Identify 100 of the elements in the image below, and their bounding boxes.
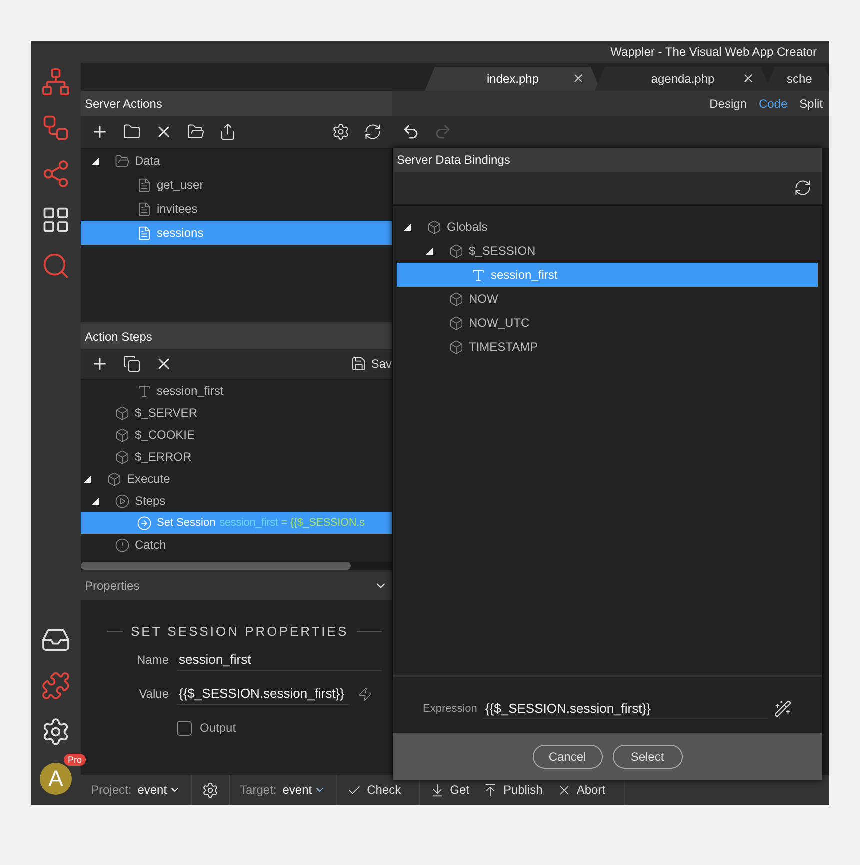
panel-title: Properties [85, 579, 140, 593]
expand-arrow-icon[interactable] [92, 158, 99, 164]
tree-item[interactable]: $_SERVER [81, 402, 392, 424]
panel-title: Action Steps [85, 330, 152, 344]
scrollbar-thumb[interactable] [81, 562, 351, 570]
tree-item[interactable]: invitees [81, 197, 392, 221]
text-type-icon [471, 268, 486, 282]
field-label: Value [138, 687, 169, 701]
expression-label: Expression [423, 703, 478, 715]
tree-item-label: Set Session [157, 517, 216, 529]
play-circle-icon [115, 494, 130, 508]
tree-item[interactable]: Steps [81, 490, 392, 512]
tree-item-label: $_COOKIE [135, 428, 196, 442]
refresh-icon[interactable] [364, 123, 382, 141]
project-dropdown[interactable]: event [138, 783, 182, 797]
expand-arrow-icon[interactable] [404, 224, 411, 230]
tree-item[interactable]: Data [81, 149, 392, 173]
arrow-circle-icon [137, 516, 152, 530]
cube-icon [449, 244, 464, 258]
tree-item[interactable]: get_user [81, 173, 392, 197]
cube-icon [449, 292, 464, 306]
cube-icon [427, 220, 442, 234]
cube-icon [115, 450, 130, 464]
tree-item[interactable]: Globals [397, 215, 818, 239]
tree-item-label: Globals [447, 220, 488, 234]
dialog-title: Server Data Bindings [397, 153, 510, 167]
hierarchy-icon[interactable] [41, 67, 71, 97]
cube-icon [449, 340, 464, 354]
tree-item-label: session_first [157, 384, 224, 398]
settings-icon[interactable] [41, 717, 71, 747]
upload-icon [483, 782, 498, 798]
tree-item[interactable]: TIMESTAMP [397, 335, 818, 359]
close-icon[interactable] [572, 72, 585, 85]
text-type-icon [137, 384, 152, 398]
cube-icon [449, 316, 464, 330]
settings-icon[interactable] [202, 782, 220, 798]
folder-icon[interactable] [187, 123, 205, 141]
cube-icon [115, 428, 130, 442]
project-label: Project: [91, 783, 132, 797]
editor-tab[interactable]: sche [765, 67, 829, 91]
search-icon[interactable] [41, 251, 71, 281]
input-field[interactable]: {{$_SESSION.session_first}} [177, 683, 350, 705]
tree-item-label: invitees [157, 202, 198, 216]
checkbox[interactable] [177, 720, 192, 736]
expression-field[interactable]: {{$_SESSION.session_first}} [483, 699, 768, 719]
toolbar-button[interactable]: Publish [483, 782, 543, 798]
add-icon[interactable] [91, 355, 109, 373]
download-icon [430, 782, 446, 798]
tree-item[interactable]: Execute [81, 468, 392, 490]
close-icon[interactable] [742, 72, 755, 85]
toolbar-button[interactable]: Get [430, 782, 470, 798]
section-title: SET SESSION PROPERTIES [131, 624, 349, 639]
tree-item-label: TIMESTAMP [469, 340, 538, 354]
share-nodes-icon[interactable] [41, 159, 71, 189]
expand-arrow-icon[interactable] [84, 476, 91, 482]
expand-arrow-icon[interactable] [92, 498, 99, 504]
field-label: Name [136, 653, 169, 667]
view-mode-tab[interactable]: Code [758, 96, 788, 110]
tree-item[interactable]: $_ERROR [81, 446, 392, 468]
input-field[interactable]: session_first [177, 649, 382, 671]
cube-icon [107, 472, 122, 486]
tree-item-label: Data [135, 154, 160, 168]
tree-item-label: $_SESSION [469, 244, 536, 258]
tree-item[interactable]: $_COOKIE [81, 424, 392, 446]
refresh-icon[interactable] [794, 179, 812, 197]
save-icon [351, 356, 368, 372]
toolbar-button[interactable]: Check [347, 782, 402, 798]
add-icon[interactable] [91, 123, 109, 141]
step-target: session_first [220, 517, 278, 529]
folder-icon [115, 154, 130, 168]
settings-icon[interactable] [332, 123, 350, 141]
magic-wand-icon[interactable] [774, 700, 792, 718]
view-mode-tab[interactable]: Design [710, 96, 747, 110]
tree-item-label: Catch [135, 538, 166, 552]
save-button[interactable]: Sav [351, 356, 392, 372]
tree-item-label: Execute [127, 472, 170, 486]
tree-item[interactable]: NOW_UTC [397, 311, 818, 335]
target-dropdown[interactable]: event [282, 783, 326, 797]
tree-item[interactable]: session_first [81, 380, 392, 402]
export-icon[interactable] [219, 123, 237, 141]
toolbar-button[interactable]: Abort [556, 782, 606, 798]
tree-item-label: get_user [157, 178, 204, 192]
view-mode-tab[interactable]: Split [800, 96, 823, 110]
lightning-icon[interactable] [358, 686, 373, 702]
tree-item-label: $_ERROR [135, 450, 192, 464]
tree-item-label: sessions [157, 226, 204, 240]
undo-icon[interactable] [402, 123, 420, 141]
select-button[interactable]: Select [612, 744, 682, 768]
tree-item[interactable]: Catch [81, 534, 392, 556]
cancel-button[interactable]: Cancel [532, 744, 602, 768]
workflow-icon[interactable] [41, 113, 71, 143]
copy-icon[interactable] [123, 355, 141, 373]
folder-icon[interactable] [123, 123, 141, 141]
checkbox-label: Output [200, 721, 236, 735]
puzzle-icon[interactable] [41, 671, 71, 701]
tree-item[interactable]: $_SESSION [397, 239, 818, 263]
expand-arrow-icon[interactable] [426, 248, 433, 254]
grid-icon[interactable] [41, 205, 71, 235]
tree-item[interactable]: NOW [397, 287, 818, 311]
document-icon [137, 226, 152, 240]
